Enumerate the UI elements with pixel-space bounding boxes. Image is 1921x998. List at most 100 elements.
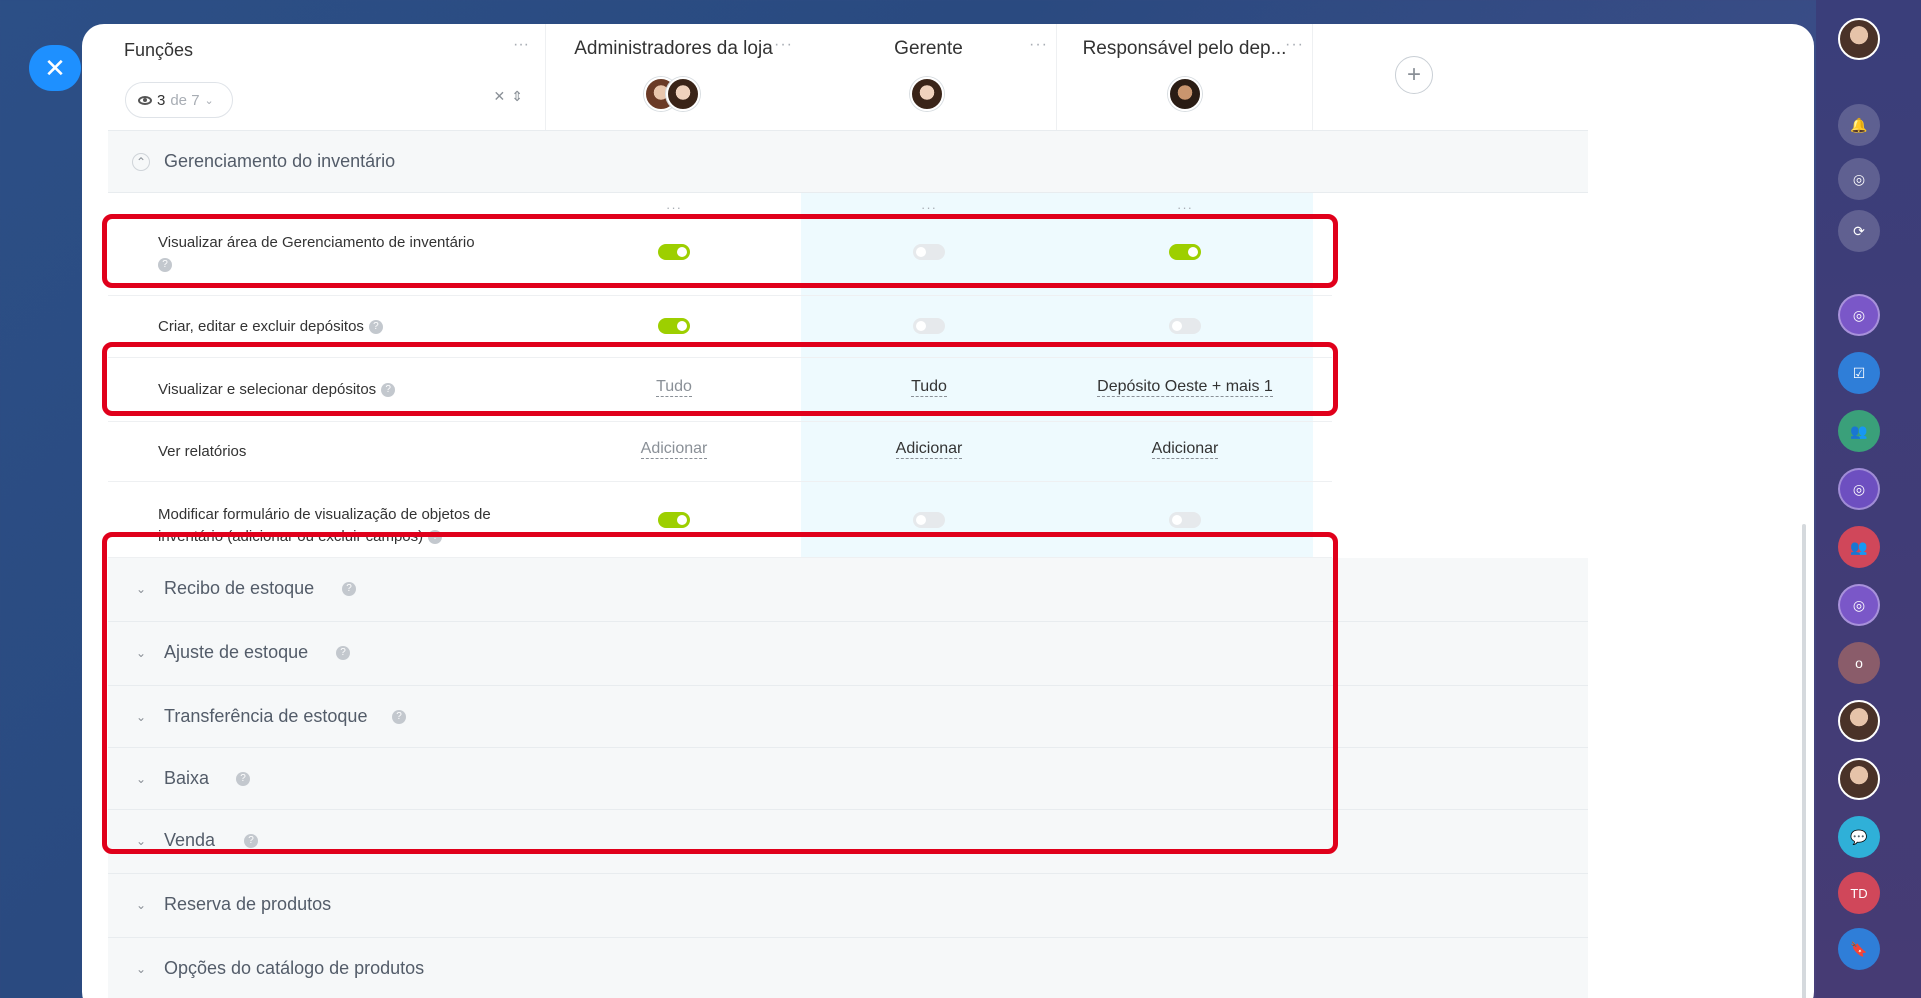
section-catalog[interactable]: ⌄ Opções do catálogo de produtos (108, 938, 1588, 998)
ring-icon-3[interactable]: ◎ (1838, 584, 1880, 626)
scope-link[interactable]: Tudo (911, 378, 947, 397)
chevron-down-icon[interactable]: ⌄ (132, 644, 150, 662)
contact-initials[interactable]: TD (1838, 872, 1880, 914)
column-menu-icon[interactable]: ··· (1285, 36, 1304, 54)
column-menu-icon[interactable]: ··· (774, 36, 793, 54)
sync-icon[interactable]: ⟳ (1838, 210, 1880, 252)
permission-label: Visualizar e selecionar depósitos? (158, 379, 396, 401)
column-warehouse: Responsável pelo dep... ··· (1057, 24, 1313, 130)
help-icon[interactable]: ? (381, 383, 396, 398)
help-icon[interactable]: ? (336, 646, 350, 660)
permission-label: Criar, editar e excluir depósitos? (158, 316, 383, 338)
permission-row: Visualizar e selecionar depósitos? Tudo … (108, 358, 1332, 422)
contact-avatar-2[interactable] (1838, 758, 1880, 800)
avatar (910, 77, 944, 111)
toggle-on[interactable] (658, 512, 690, 528)
column-dots: ··· (1177, 200, 1193, 215)
group-icon[interactable]: 👥 (1838, 410, 1880, 452)
section-sale[interactable]: ⌄ Venda ? (108, 810, 1588, 874)
task-icon[interactable]: ☑ (1838, 352, 1880, 394)
toggle-on[interactable] (658, 244, 690, 260)
help-icon[interactable]: ? (368, 320, 383, 335)
section-inventory[interactable]: ⌃ Gerenciamento do inventário (108, 131, 1588, 193)
add-link[interactable]: Adicionar (895, 440, 963, 459)
group-icon-2[interactable]: 👥 (1838, 526, 1880, 568)
permission-text: Visualizar e selecionar depósitos (158, 381, 377, 398)
section-label: Gerenciamento do inventário (164, 151, 396, 171)
scope-link[interactable]: Depósito Oeste + mais 1 (1097, 378, 1273, 397)
column-title: Administradores da loja (574, 38, 773, 59)
chevron-down-icon: ⌄ (204, 94, 214, 107)
toggle-off[interactable] (913, 318, 945, 334)
ring-icon[interactable]: ◎ (1838, 294, 1880, 336)
help-icon[interactable]: ? (342, 582, 356, 596)
chevron-down-icon[interactable]: ⌄ (132, 580, 150, 598)
section-receipt[interactable]: ⌄ Recibo de estoque ? (108, 558, 1588, 622)
section-label: Reserva de produtos (164, 894, 332, 914)
bookmark-icon[interactable]: 🔖 (1838, 928, 1880, 970)
permission-label: Ver relatórios (158, 441, 246, 463)
help-icon[interactable]: ? (236, 772, 250, 786)
avatar (1168, 77, 1202, 111)
collapse-expand-icons[interactable]: ✕⇕ (494, 88, 529, 105)
column-admins: Administradores da loja ··· (546, 24, 802, 130)
user-avatar[interactable] (1838, 18, 1880, 60)
help-icon[interactable]: ? (244, 834, 258, 848)
target-icon[interactable]: ◎ (1838, 158, 1880, 200)
column-menu-icon[interactable]: ··· (1029, 36, 1048, 54)
view-of: de 7 (170, 91, 200, 109)
help-icon[interactable]: ? (392, 710, 406, 724)
chevron-up-icon[interactable]: ⌃ (132, 153, 150, 171)
section-label: Recibo de estoque (164, 578, 315, 598)
contact-avatar[interactable] (1838, 700, 1880, 742)
ring-icon-2[interactable]: ◎ (1838, 468, 1880, 510)
section-label: Venda (164, 830, 216, 850)
help-icon[interactable]: ? (428, 530, 443, 545)
section-writeoff[interactable]: ⌄ Baixa ? (108, 748, 1588, 810)
add-link[interactable]: Adicionar (640, 440, 708, 459)
functions-header: Funções ··· 3 de 7 ⌄ ✕⇕ (108, 24, 546, 130)
toggle-off[interactable] (913, 244, 945, 260)
permission-label: Modificar formulário de visualização de … (158, 504, 518, 548)
column-dots: ··· (666, 200, 682, 215)
eye-icon (138, 95, 152, 105)
section-transfer[interactable]: ⌄ Transferência de estoque ? (108, 686, 1588, 748)
section-adjustment[interactable]: ⌄ Ajuste de estoque ? (108, 622, 1588, 686)
permission-text: Ver relatórios (158, 443, 247, 460)
column-title: Responsável pelo dep... (1082, 38, 1287, 59)
add-column-button[interactable]: + (1395, 56, 1433, 94)
scrollbar[interactable] (1802, 524, 1806, 998)
column-title: Gerente (894, 38, 963, 59)
section-label: Baixa (164, 768, 210, 788)
functions-menu-icon[interactable]: ··· (513, 36, 529, 54)
chevron-down-icon[interactable]: ⌄ (132, 770, 150, 788)
chevron-down-icon[interactable]: ⌄ (132, 832, 150, 850)
help-icon[interactable]: ? (158, 258, 172, 273)
view-filter[interactable]: 3 de 7 ⌄ (125, 82, 233, 118)
circle-icon[interactable]: o (1838, 642, 1880, 684)
scope-link[interactable]: Tudo (656, 378, 692, 397)
toggle-off[interactable] (913, 512, 945, 528)
permission-label: Visualizar área de Gerenciamento de inve… (158, 232, 475, 276)
permissions-panel: Funções ··· 3 de 7 ⌄ ✕⇕ Administradores … (82, 24, 1814, 998)
toggle-on[interactable] (1169, 244, 1201, 260)
section-reservation[interactable]: ⌄ Reserva de produtos (108, 874, 1588, 938)
toggle-on[interactable] (658, 318, 690, 334)
permission-row: Criar, editar e excluir depósitos? (108, 296, 1332, 358)
chevron-down-icon[interactable]: ⌄ (132, 708, 150, 726)
section-label: Transferência de estoque (164, 706, 368, 726)
chevron-down-icon[interactable]: ⌄ (132, 960, 150, 978)
permission-row: Modificar formulário de visualização de … (108, 482, 1332, 558)
view-count: 3 (157, 91, 166, 109)
section-label: Opções do catálogo de produtos (164, 958, 425, 978)
toggle-off[interactable] (1169, 512, 1201, 528)
permission-text: Visualizar área de Gerenciamento de inve… (158, 234, 475, 251)
bell-icon[interactable]: 🔔 (1838, 104, 1880, 146)
toggle-off[interactable] (1169, 318, 1201, 334)
chat-icon[interactable]: 💬 (1838, 816, 1880, 858)
add-link[interactable]: Adicionar (1151, 440, 1219, 459)
chevron-down-icon[interactable]: ⌄ (132, 896, 150, 914)
functions-title: Funções (124, 40, 194, 60)
permission-row: Ver relatórios Adicionar Adicionar Adici… (108, 422, 1332, 482)
close-button[interactable]: ✕ (29, 45, 81, 91)
